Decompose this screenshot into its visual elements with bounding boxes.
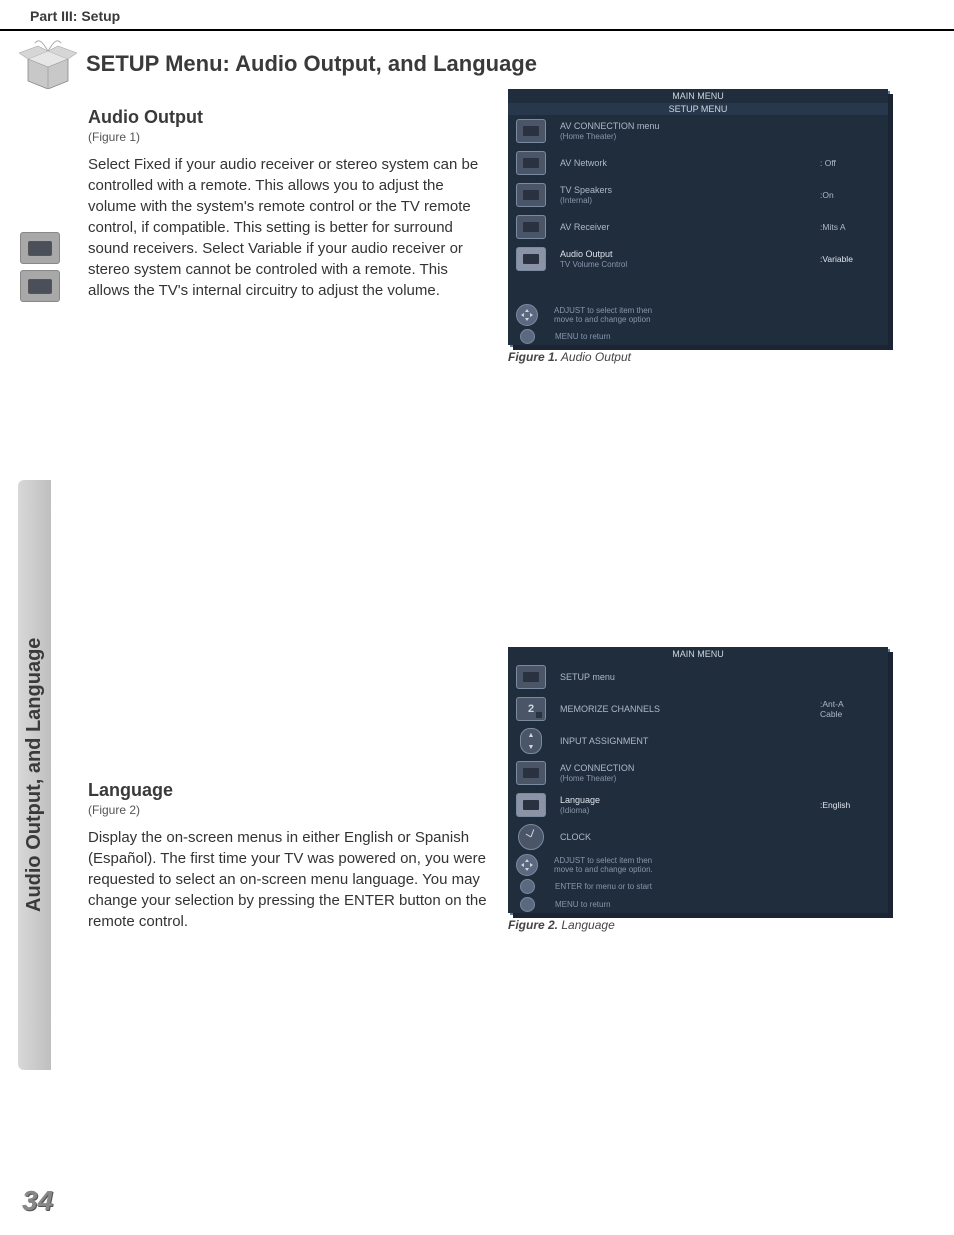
hint-line: ADJUST to select item then xyxy=(554,856,652,865)
menu-label: INPUT ASSIGNMENT xyxy=(560,736,820,747)
tv-menu-header: MAIN MENU xyxy=(508,647,888,661)
tv-item-icon xyxy=(516,215,546,239)
figure-2: MAIN MENU SETUP menu 2 MEMORIZE CHANNELS… xyxy=(508,647,898,932)
menu-value: :English xyxy=(820,800,880,810)
menu-hint-adjust: ADJUST to select item thenmove to and ch… xyxy=(508,303,888,327)
menu-sublabel: (Home Theater) xyxy=(560,132,820,142)
header-part: Part III: Setup xyxy=(30,8,120,24)
menu-value: :Variable xyxy=(820,254,880,264)
menu-button-icon xyxy=(520,897,535,912)
tv-item-icon-selected xyxy=(516,793,546,817)
adjust-icon xyxy=(516,304,538,326)
menu-hint-menu: MENU to return xyxy=(508,895,888,913)
menu-row-audio-output[interactable]: Audio OutputTV Volume Control :Variable xyxy=(508,243,888,275)
menu-row-setup[interactable]: SETUP menu xyxy=(508,661,888,693)
caption-text: Language xyxy=(558,918,615,932)
heading-language: Language xyxy=(88,780,488,801)
hint-line: MENU to return xyxy=(553,900,611,909)
hint-line: ADJUST to select item then xyxy=(554,306,652,315)
menu-row-memorize-channels[interactable]: 2 MEMORIZE CHANNELS :Ant-A Cable xyxy=(508,693,888,725)
menu-value: :Ant-A xyxy=(820,699,844,709)
menu-label: MEMORIZE CHANNELS xyxy=(560,704,820,715)
hint-line: ENTER for menu or to start xyxy=(553,882,652,891)
hint-line: move to and change option xyxy=(554,315,651,324)
menu-label: TV Speakers xyxy=(560,185,612,195)
figure-1: MAIN MENU SETUP MENU AV CONNECTION menu(… xyxy=(508,89,898,364)
menu-row-av-connection[interactable]: AV CONNECTION(Home Theater) xyxy=(508,757,888,789)
menu-sublabel: (Idioma) xyxy=(560,806,820,816)
menu-row-language[interactable]: Language(Idioma) :English xyxy=(508,789,888,821)
menu-row-av-receiver[interactable]: AV Receiver :Mits A xyxy=(508,211,888,243)
tv-menu-subheader: SETUP MENU xyxy=(508,103,888,115)
margin-icons xyxy=(20,232,60,302)
figure-2-caption: Figure 2. Language xyxy=(508,918,898,932)
figure-ref-2: (Figure 2) xyxy=(88,803,488,817)
tv-item-icon xyxy=(516,183,546,207)
menu-label: Audio Output xyxy=(560,249,613,259)
menu-row-tv-speakers[interactable]: TV Speakers(Internal) :On xyxy=(508,179,888,211)
tv-item-icon-selected xyxy=(516,247,546,271)
enter-button-icon xyxy=(520,879,535,894)
caption-bold: Figure 2. xyxy=(508,918,558,932)
menu-button-icon xyxy=(520,329,535,344)
menu-sublabel: TV Volume Control xyxy=(560,260,820,270)
channel-number-icon: 2 xyxy=(516,697,546,721)
page-header: Part III: Setup xyxy=(0,0,954,31)
title-row: SETUP Menu: Audio Output, and Language xyxy=(0,31,954,89)
tv-item-icon xyxy=(516,119,546,143)
page-title: SETUP Menu: Audio Output, and Language xyxy=(86,51,537,77)
page-number: 34 xyxy=(22,1185,53,1217)
body-audio-output: Select Fixed if your audio receiver or s… xyxy=(88,154,488,301)
menu-sublabel: (Home Theater) xyxy=(560,774,820,784)
menu-row-av-connection[interactable]: AV CONNECTION menu(Home Theater) xyxy=(508,115,888,147)
adjust-icon xyxy=(516,854,538,876)
menu-label: AV CONNECTION xyxy=(560,763,634,773)
menu-value: : Off xyxy=(820,158,880,168)
menu-sublabel: (Internal) xyxy=(560,196,820,206)
hint-line: move to and change option. xyxy=(554,865,653,874)
hint-line: MENU to return xyxy=(553,332,611,341)
figure-1-caption: Figure 1. Audio Output xyxy=(508,350,898,364)
tv-menu-main: MAIN MENU SETUP menu 2 MEMORIZE CHANNELS… xyxy=(508,647,888,913)
menu-value-line2: Cable xyxy=(820,709,842,719)
caption-text: Audio Output xyxy=(558,350,631,364)
clock-icon xyxy=(518,824,544,850)
tv-icon xyxy=(20,270,60,302)
menu-label: AV CONNECTION menu xyxy=(560,121,659,131)
menu-label: AV Network xyxy=(560,158,820,169)
menu-row-av-network[interactable]: AV Network : Off xyxy=(508,147,888,179)
section-language: Language (Figure 2) Display the on-scree… xyxy=(88,762,924,932)
menu-label: CLOCK xyxy=(560,832,820,843)
sidebar-tab: Audio Output, and Language xyxy=(18,480,51,1070)
section-audio-output: Audio Output (Figure 1) Select Fixed if … xyxy=(88,89,924,364)
menu-value: :Mits A xyxy=(820,222,880,232)
caption-bold: Figure 1. xyxy=(508,350,558,364)
menu-label: Language xyxy=(560,795,600,805)
tv-menu-header: MAIN MENU xyxy=(508,89,888,103)
menu-row-clock[interactable]: CLOCK xyxy=(508,821,888,853)
updown-icon: ▲▼ xyxy=(520,728,542,754)
tv-item-icon xyxy=(516,151,546,175)
menu-row-input-assignment[interactable]: ▲▼ INPUT ASSIGNMENT xyxy=(508,725,888,757)
menu-label: SETUP menu xyxy=(560,672,820,683)
heading-audio-output: Audio Output xyxy=(88,107,488,128)
menu-hint-menu: MENU to return xyxy=(508,327,888,345)
open-box-icon xyxy=(18,39,78,89)
menu-label: AV Receiver xyxy=(560,222,820,233)
tv-item-icon xyxy=(516,761,546,785)
menu-value: :On xyxy=(820,190,880,200)
menu-hint-adjust: ADJUST to select item thenmove to and ch… xyxy=(508,853,888,877)
tv-icon xyxy=(20,232,60,264)
tv-menu-setup: MAIN MENU SETUP MENU AV CONNECTION menu(… xyxy=(508,89,888,345)
figure-ref-1: (Figure 1) xyxy=(88,130,488,144)
menu-hint-enter: ENTER for menu or to start xyxy=(508,877,888,895)
body-language: Display the on-screen menus in either En… xyxy=(88,827,488,932)
tv-item-icon xyxy=(516,665,546,689)
